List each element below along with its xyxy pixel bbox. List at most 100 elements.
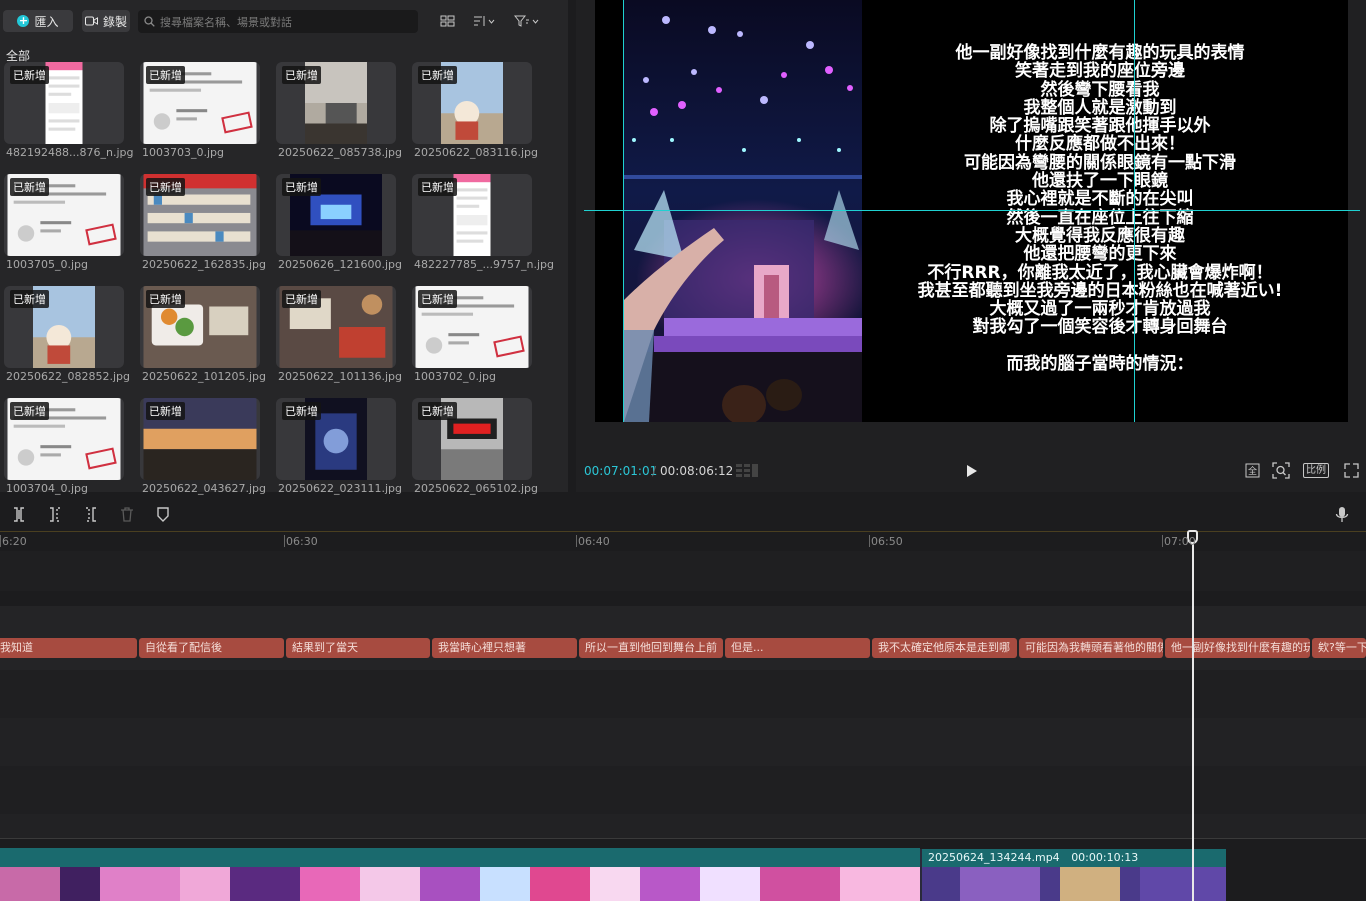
timeline-toolbar <box>0 500 1366 530</box>
subtitle-clip[interactable]: 自從看了配信後 <box>139 638 284 658</box>
subtitle-clip[interactable]: 我當時心裡只想著 <box>432 638 577 658</box>
horizontal-guide-line <box>584 210 1360 211</box>
frame-grid-icon[interactable] <box>736 463 758 479</box>
subtitle-line: 他一副好像找到什麼有趣的玩具的表情 <box>955 43 1245 63</box>
trim-right-icon[interactable] <box>84 507 98 522</box>
added-badge: 已新增 <box>282 290 321 308</box>
svg-text:全: 全 <box>1248 465 1257 477</box>
media-filename: 20250622_101205.jpg <box>142 370 266 383</box>
shield-icon[interactable] <box>156 507 170 522</box>
video-clip-header[interactable]: 20250624_134244.mp4 00:00:10:13 <box>922 849 1226 867</box>
subtitle-clip[interactable]: 我知道 <box>0 638 137 658</box>
ruler-label: 06:40 <box>578 535 610 548</box>
added-badge: 已新增 <box>10 290 49 308</box>
added-badge: 已新增 <box>418 66 457 84</box>
sort-button[interactable] <box>473 12 495 30</box>
expand-icon[interactable] <box>1344 463 1359 478</box>
timeline-track-empty-2 <box>0 670 1366 718</box>
track-divider <box>0 838 1366 839</box>
media-tile[interactable]: 已新增 <box>4 286 124 368</box>
microphone-icon[interactable] <box>1335 506 1349 523</box>
subtitle-clip[interactable]: 但是... <box>725 638 870 658</box>
sort-icon <box>474 16 495 26</box>
media-tile[interactable]: 已新增 <box>140 398 260 480</box>
media-filename: 1003702_0.jpg <box>414 370 497 383</box>
ruler-label: 6:20 <box>2 535 27 548</box>
timeline-track-gap <box>0 591 1366 606</box>
media-tile[interactable]: 已新增 <box>4 62 124 144</box>
media-tile[interactable]: 已新增 <box>412 398 532 480</box>
play-icon[interactable] <box>966 464 978 478</box>
ruler-tick <box>1162 535 1163 547</box>
added-badge: 已新增 <box>10 178 49 196</box>
subtitle-line: 大概覺得我反應很有趣 <box>1015 225 1185 246</box>
subtitle-clip[interactable]: 欸?等一下 <box>1312 638 1366 658</box>
media-tile[interactable]: 已新增 <box>412 62 532 144</box>
split-icon[interactable] <box>12 507 26 522</box>
fullscreen-fit-icon[interactable]: 全 <box>1245 463 1260 478</box>
aspect-ratio-button[interactable]: 比例 <box>1303 463 1329 478</box>
search-input[interactable]: 搜尋檔案名稱、場景或對話 <box>138 10 418 33</box>
search-icon <box>144 16 155 27</box>
added-badge: 已新增 <box>146 66 185 84</box>
subtitle-line: 然後一直在座位上往下縮 <box>1006 207 1194 228</box>
subtitle-line: 我甚至都聽到坐我旁邊的日本粉絲也在喊著近い! <box>917 280 1283 301</box>
stage-image <box>624 0 862 422</box>
subtitle-line: 除了摀嘴跟笑著跟他揮手以外 <box>989 116 1211 137</box>
subtitle-clip[interactable]: 結果到了當天 <box>286 638 430 658</box>
subtitle-line <box>900 337 1300 355</box>
subtitle-clip[interactable]: 所以一直到他回到舞台上前 <box>579 638 723 658</box>
subtitle-clip[interactable]: 他一副好像找到什麼有趣的玩具 <box>1165 638 1310 658</box>
filter-button[interactable] <box>514 12 540 30</box>
added-badge: 已新增 <box>418 402 457 420</box>
media-tile[interactable]: 已新增 <box>412 174 532 256</box>
added-badge: 已新增 <box>282 178 321 196</box>
subtitle-overlay[interactable]: 他一副好像找到什麼有趣的玩具的表情 笑著走到我的座位旁邊 然後彎下腰看我 我整個人就是… <box>900 43 1300 374</box>
added-badge: 已新增 <box>282 402 321 420</box>
media-tile[interactable]: 已新增 <box>4 398 124 480</box>
added-badge: 已新增 <box>282 66 321 84</box>
media-tile[interactable]: 已新增 <box>276 286 396 368</box>
camera-icon <box>84 16 98 26</box>
subtitle-clip[interactable]: 我不太確定他原本是走到哪 <box>872 638 1017 658</box>
grid-view-button[interactable] <box>440 12 455 30</box>
record-button[interactable]: 錄製 <box>82 10 130 32</box>
subtitle-line: 然後彎下腰看我 <box>1040 79 1160 100</box>
media-tile[interactable]: 已新增 <box>140 62 260 144</box>
added-badge: 已新增 <box>10 66 49 84</box>
zoom-icon[interactable] <box>1272 462 1290 479</box>
ruler-label: 07:00 <box>1164 535 1196 548</box>
import-button[interactable]: + 匯入 <box>3 10 73 32</box>
current-timecode: 00:07:01:01 <box>584 464 658 478</box>
subtitle-line: 他還扶了一下眼鏡 <box>1032 171 1168 192</box>
media-filename: 20250622_083116.jpg <box>414 146 538 159</box>
media-tile[interactable]: 已新增 <box>140 174 260 256</box>
trim-left-icon[interactable] <box>48 507 62 522</box>
media-filename: 20250622_085738.jpg <box>278 146 402 159</box>
media-filename: 20250622_101136.jpg <box>278 370 402 383</box>
media-filename: 1003704_0.jpg <box>6 482 89 495</box>
search-placeholder: 搜尋檔案名稱、場景或對話 <box>160 15 292 29</box>
plus-icon: + <box>17 14 30 27</box>
media-tile[interactable]: 已新增 <box>4 174 124 256</box>
filter-icon <box>514 15 539 27</box>
media-filename: 482227785_...9757_n.jpg <box>414 258 554 271</box>
subtitle-line: 他還把腰彎的更下來 <box>1023 244 1177 265</box>
playhead[interactable] <box>1192 531 1194 901</box>
media-tile[interactable]: 已新增 <box>140 286 260 368</box>
added-badge: 已新增 <box>10 402 49 420</box>
media-tile[interactable]: 已新增 <box>276 62 396 144</box>
media-filename: 482192488...876_n.jpg <box>6 146 134 159</box>
media-filename: 1003705_0.jpg <box>6 258 89 271</box>
media-tile[interactable]: 已新增 <box>276 398 396 480</box>
subtitle-line: 笑著走到我的座位旁邊 <box>1015 61 1185 82</box>
media-tile[interactable]: 已新增 <box>276 174 396 256</box>
timeline-track-empty-5 <box>0 814 1366 838</box>
added-badge: 已新增 <box>418 178 457 196</box>
delete-icon[interactable] <box>120 507 134 522</box>
subtitle-clip[interactable]: 可能因為我轉頭看著他的關係 <box>1019 638 1163 658</box>
media-filename: 1003703_0.jpg <box>142 146 225 159</box>
timeline-track-empty-1 <box>0 551 1366 591</box>
media-tile[interactable]: 已新增 <box>412 286 532 368</box>
ruler-label: 06:30 <box>286 535 318 548</box>
